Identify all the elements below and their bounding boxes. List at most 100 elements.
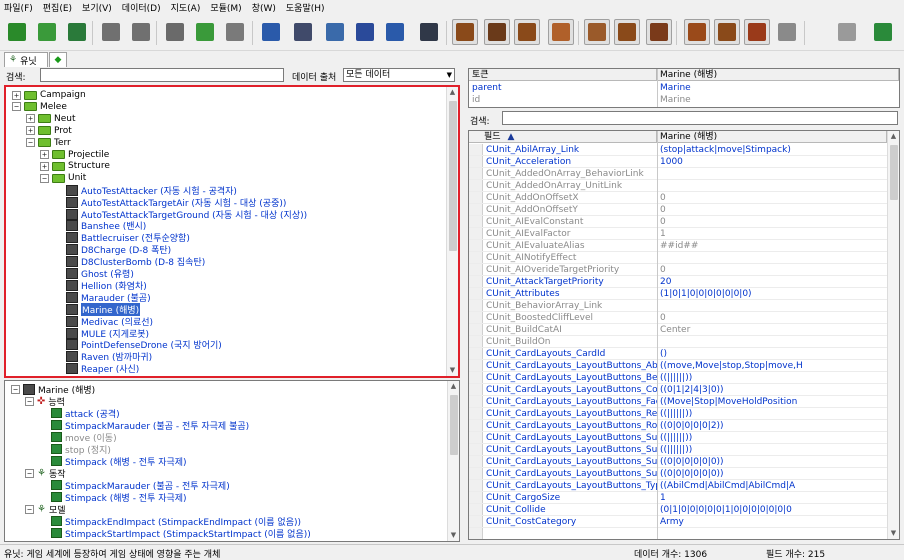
tool-i-button[interactable] [714, 19, 740, 45]
expand-icon[interactable]: + [40, 161, 49, 171]
tree-row[interactable]: Medivac (의료선) [54, 315, 153, 328]
field-header-key[interactable]: 필드 ▲ [469, 131, 657, 143]
token-value[interactable]: Marine [657, 82, 897, 94]
tree-row[interactable]: + Projectile [40, 149, 109, 161]
tree-row[interactable]: AutoTestAttacker (자동 시험 - 공격자) [54, 184, 237, 197]
tree-row[interactable]: + Prot [26, 125, 72, 137]
tree-row[interactable]: D8ClusterBomb (D-8 집속탄) [54, 256, 205, 268]
tree-row[interactable]: − Marine (해병) [11, 383, 95, 396]
triggers-button[interactable] [290, 19, 316, 45]
tree-row[interactable]: − ⚘ 동작 [25, 467, 66, 480]
cut-button[interactable] [162, 19, 188, 45]
tree-row[interactable]: + Neut [26, 113, 76, 125]
collapse-icon[interactable]: − [11, 384, 20, 394]
paste-button[interactable] [222, 19, 248, 45]
tree-row[interactable]: Raven (밤까마귀) [54, 351, 152, 363]
tree-row[interactable]: − ⚘ 모델 [25, 503, 66, 516]
tree-row[interactable]: PointDefenseDrone (국지 방어기) [54, 339, 222, 351]
tree-row[interactable]: Marine (해병) [54, 302, 141, 316]
scroll-up-icon[interactable]: ▲ [448, 381, 459, 392]
tool-h-button[interactable] [684, 19, 710, 45]
terrain-button[interactable] [258, 19, 284, 45]
tree-row[interactable]: Battlecruiser (전투순양함) [54, 232, 190, 244]
unit-tree-scrollbar[interactable]: ▲ ▼ [446, 87, 458, 376]
menu-item[interactable]: 창(W) [252, 1, 276, 14]
collapse-icon[interactable]: − [26, 138, 35, 148]
tree-row[interactable]: Marauder (불곰) [54, 291, 151, 304]
token-header-key[interactable]: 토큰 [469, 69, 657, 81]
open-button[interactable] [34, 19, 60, 45]
tree-row[interactable]: D8Charge (D-8 폭탄) [54, 244, 171, 256]
tree-row[interactable]: Reaper (사신) [54, 363, 139, 375]
tree-row[interactable]: MULE (지게로봇) [54, 327, 149, 340]
tool-l-button[interactable] [834, 19, 860, 45]
tree-row[interactable]: + Structure [40, 160, 110, 172]
tree-row[interactable]: StimpackEndImpact (StimpackEndImpact (이름… [39, 515, 301, 528]
expand-icon[interactable]: + [12, 90, 21, 100]
tool-d-button[interactable] [548, 19, 574, 45]
search-input[interactable] [40, 68, 284, 82]
data-button[interactable] [322, 19, 348, 45]
field-search-input[interactable] [502, 111, 898, 125]
menu-item[interactable]: 도움말(H) [286, 1, 325, 14]
token-header-value[interactable]: Marine (해병) [657, 69, 899, 81]
tree-row[interactable]: AutoTestAttackTargetGround (자동 시험 - 대상 (… [54, 208, 307, 221]
tool-j-button[interactable] [744, 19, 770, 45]
tool-k-button[interactable] [774, 19, 800, 45]
tree-row[interactable]: Ghost (유령) [54, 268, 134, 280]
tab-units[interactable]: ⚘ 유닛 [4, 52, 48, 67]
collapse-icon[interactable]: − [12, 102, 21, 112]
tool-e-button[interactable] [584, 19, 610, 45]
scroll-thumb[interactable] [890, 145, 898, 200]
collapse-icon[interactable]: − [25, 468, 34, 478]
field-header-value[interactable]: Marine (해병) [657, 131, 887, 143]
tool-f-button[interactable] [614, 19, 640, 45]
tree-row[interactable]: − Unit [40, 172, 86, 184]
expand-icon[interactable]: + [40, 150, 49, 159]
data-source-select[interactable]: 모든 데이터 ▼ [343, 68, 455, 82]
tree-row[interactable]: StimpackMarauder (불곰 - 전투 자극제 불곰) [39, 419, 249, 432]
token-key[interactable]: parent [469, 82, 657, 94]
tool-b-button[interactable] [484, 19, 510, 45]
token-key[interactable]: id [469, 94, 657, 106]
text-button[interactable] [352, 19, 378, 45]
menu-item[interactable]: 모듈(M) [210, 1, 241, 14]
field-table-scrollbar[interactable]: ▲ ▼ [887, 131, 899, 539]
scroll-down-icon[interactable]: ▼ [447, 365, 458, 376]
scroll-down-icon[interactable]: ▼ [448, 530, 459, 541]
scroll-thumb[interactable] [449, 101, 457, 251]
menu-item[interactable]: 편집(E) [43, 1, 72, 14]
copy-button[interactable] [192, 19, 218, 45]
menu-item[interactable]: 보기(V) [82, 1, 112, 14]
redo-button[interactable] [128, 19, 154, 45]
tree-row[interactable]: Hellion (화염차) [54, 279, 147, 292]
menu-item[interactable]: 파일(F) [4, 1, 33, 14]
tree-row[interactable]: StimpackStartImpact (StimpackStartImpact… [39, 527, 311, 540]
test-button[interactable] [870, 19, 896, 45]
undo-button[interactable] [98, 19, 124, 45]
tree-row[interactable]: attack (공격) [39, 407, 120, 420]
tool-c-button[interactable] [514, 19, 540, 45]
expand-icon[interactable]: + [26, 126, 35, 136]
tree-row[interactable]: + Campaign [12, 89, 86, 101]
tool-a-button[interactable] [452, 19, 478, 45]
tab-add[interactable]: ◆ [49, 52, 67, 67]
import-button[interactable] [382, 19, 408, 45]
collapse-icon[interactable]: − [40, 173, 49, 183]
tree-row[interactable]: Stimpack (해병 - 전투 자극제) [39, 455, 187, 468]
tree-row[interactable]: − Melee [12, 101, 67, 113]
tree-row[interactable]: Banshee (밴시) [54, 220, 146, 232]
tree-row[interactable]: Stimpack (해병 - 전투 자극제) [39, 491, 187, 504]
collapse-icon[interactable]: − [25, 396, 34, 406]
scroll-up-icon[interactable]: ▲ [447, 87, 458, 98]
new-button[interactable] [4, 19, 30, 45]
tree-row[interactable]: StimpackMarauder (불곰 - 전투 자극제) [39, 479, 230, 492]
tree-row[interactable]: AutoTestAttackTargetAir (자동 시험 - 대상 (공중)… [54, 196, 286, 209]
scroll-down-icon[interactable]: ▼ [888, 528, 899, 539]
save-button[interactable] [64, 19, 90, 45]
scroll-up-icon[interactable]: ▲ [888, 131, 899, 142]
menu-item[interactable]: 데이터(D) [122, 1, 161, 14]
tree-row[interactable]: − Terr [26, 137, 71, 149]
expand-icon[interactable]: + [26, 114, 35, 124]
detail-tree-scrollbar[interactable]: ▲ ▼ [447, 381, 459, 541]
